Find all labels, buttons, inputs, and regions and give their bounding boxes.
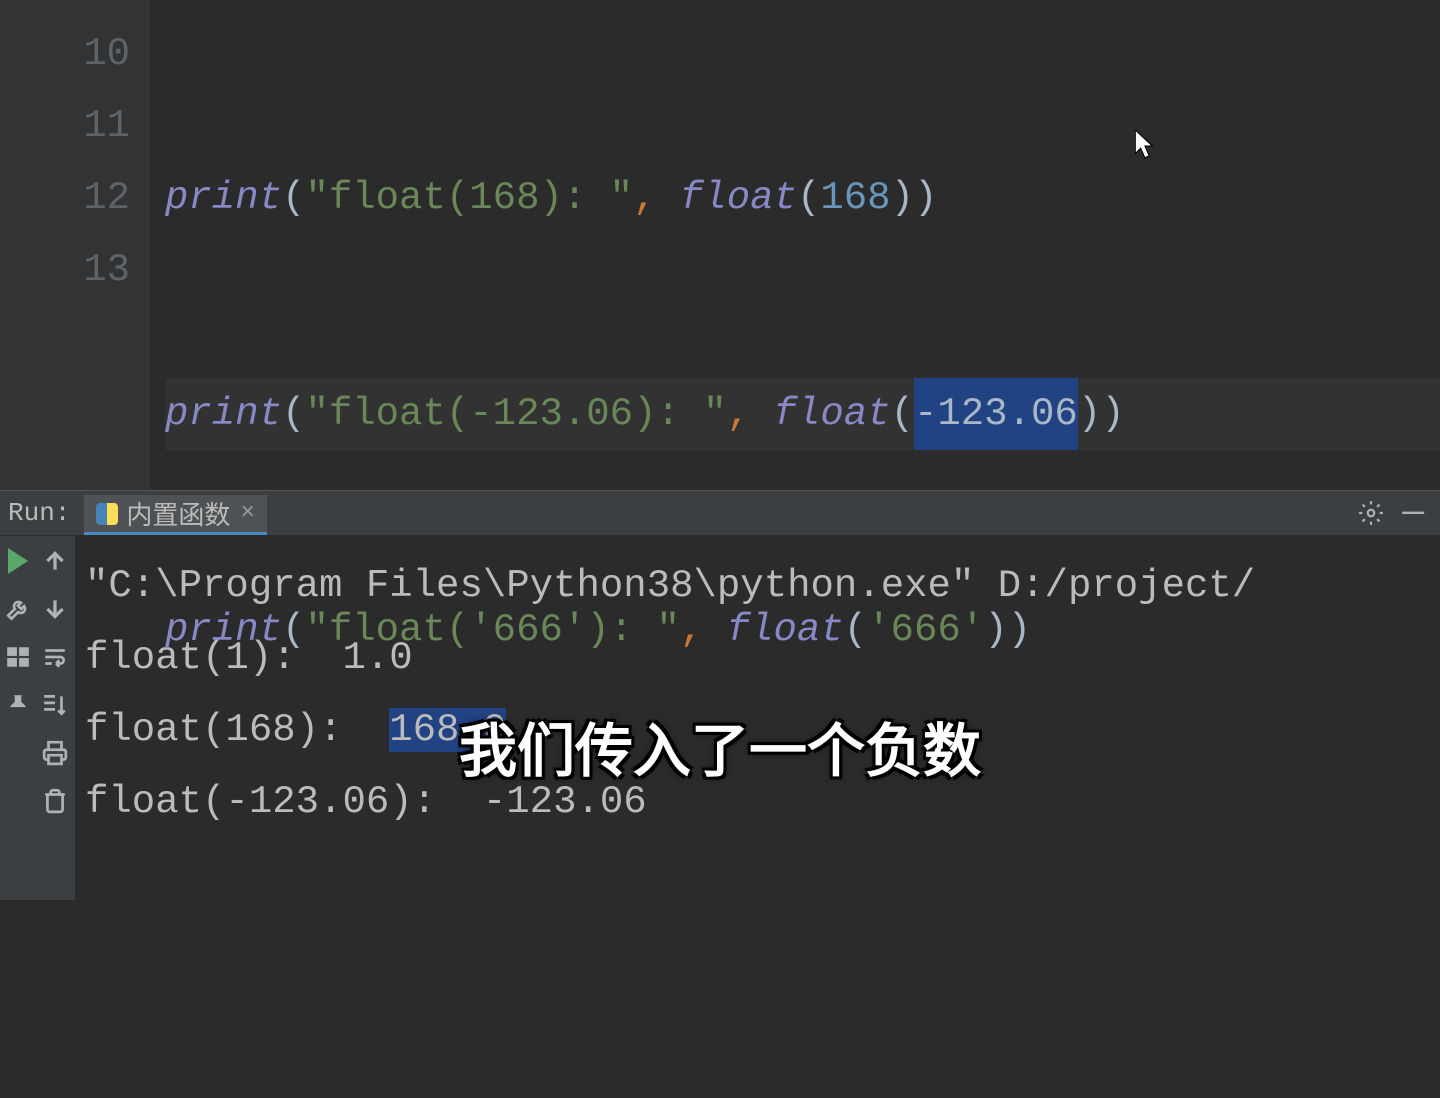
code-line-11[interactable]: print("float(-123.06): ", float(-123.06)… xyxy=(165,378,1440,450)
line-number: 12 xyxy=(0,162,130,234)
layout-icon[interactable] xyxy=(5,644,31,670)
subtitle-caption: 我们传入了一个负数 xyxy=(459,704,981,788)
trash-icon[interactable] xyxy=(42,788,68,814)
line-number: 13 xyxy=(0,234,130,306)
print-icon[interactable] xyxy=(42,740,68,766)
run-toolbar-secondary xyxy=(35,536,75,900)
python-icon xyxy=(96,503,118,525)
line-number-gutter: 10 11 12 13 xyxy=(0,0,150,490)
arrow-up-icon[interactable] xyxy=(42,548,68,574)
line-number: 10 xyxy=(0,18,130,90)
rerun-icon[interactable] xyxy=(5,548,31,574)
wrench-icon[interactable] xyxy=(5,596,31,622)
code-content[interactable]: print("float(168): ", float(168)) print(… xyxy=(150,0,1440,490)
selected-text: -123.06 xyxy=(914,378,1078,450)
run-label: Run: xyxy=(8,498,70,528)
scroll-to-end-icon[interactable] xyxy=(42,692,68,718)
code-editor[interactable]: 10 11 12 13 print("float(168): ", float(… xyxy=(0,0,1440,490)
mouse-cursor-icon xyxy=(1135,130,1157,160)
code-line-13[interactable] xyxy=(165,810,1440,882)
code-line-12[interactable]: print("float('666'): ", float('666')) xyxy=(165,594,1440,666)
soft-wrap-icon[interactable] xyxy=(42,644,68,670)
code-line-10[interactable]: print("float(168): ", float(168)) xyxy=(165,162,1440,234)
line-number: 11 xyxy=(0,90,130,162)
run-toolbar-primary xyxy=(0,536,35,900)
arrow-down-icon[interactable] xyxy=(42,596,68,622)
pin-icon[interactable] xyxy=(5,692,31,718)
